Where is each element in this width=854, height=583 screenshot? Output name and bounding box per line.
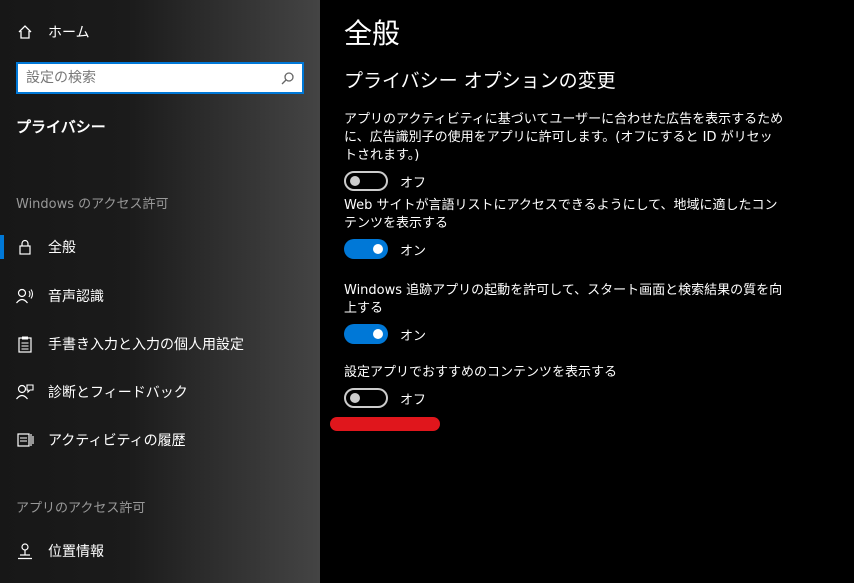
language-list-toggle[interactable] [344,239,388,259]
group-header-apps: アプリのアクセス許可 [16,501,146,516]
setting-description: Web サイトが言語リストにアクセスできるようにして、地域に適したコンテンツを表… [344,198,778,231]
lock-icon [16,238,34,256]
speech-icon [16,287,34,305]
toggle-state-label: オン [400,328,427,344]
toggle-knob [350,176,360,186]
setting-description: 設定アプリでおすすめのコンテンツを表示する [344,365,618,380]
sidebar-item-label: 全般 [48,240,76,256]
clipboard-icon [16,335,34,353]
home-icon [16,23,34,41]
toggle-state-label: オフ [400,175,427,191]
search-box[interactable] [16,62,304,94]
sidebar-item-label: 診断とフィードバック [48,385,188,401]
setting-advertising-id: アプリのアクティビティに基づいてユーザーに合わせた広告を表示するために、広告識別… [344,111,784,191]
setting-suggested-content: 設定アプリでおすすめのコンテンツを表示する オフ [344,364,784,408]
setting-description: Windows 追跡アプリの起動を許可して、スタート画面と検索結果の質を向上する [344,283,783,316]
sidebar-item-speech[interactable]: 音声認識 [0,276,320,316]
toggle-state-label: オン [400,243,427,259]
search-icon[interactable] [274,64,302,92]
selected-indicator [0,235,4,259]
page-title: 全般 [344,17,401,50]
setting-language-list: Web サイトが言語リストにアクセスできるようにして、地域に適したコンテンツを表… [344,197,784,259]
sidebar-item-inking[interactable]: 手書き入力と入力の個人用設定 [0,324,320,364]
toggle-knob [373,329,383,339]
activity-icon [16,431,34,449]
home-label: ホーム [48,25,90,41]
sidebar: ホーム プライバシー Windows のアクセス許可 全般 音声認識 手書き入力… [0,0,320,583]
app-launch-tracking-toggle[interactable] [344,324,388,344]
section-subtitle: プライバシー オプションの変更 [344,70,616,92]
sidebar-item-label: 位置情報 [48,544,104,560]
search-input[interactable] [18,64,274,92]
section-title: プライバシー [16,118,106,136]
toggle-state-label: オフ [400,392,427,408]
sidebar-item-label: アクティビティの履歴 [48,433,186,449]
suggested-content-toggle[interactable] [344,388,388,408]
group-header-windows: Windows のアクセス許可 [16,197,169,212]
sidebar-item-general[interactable]: 全般 [0,227,320,267]
red-underline-annotation [330,417,440,431]
sidebar-item-label: 手書き入力と入力の個人用設定 [48,337,244,353]
toggle-knob [373,244,383,254]
toggle-knob [350,393,360,403]
advertising-id-toggle[interactable] [344,171,388,191]
setting-description: アプリのアクティビティに基づいてユーザーに合わせた広告を表示するために、広告識別… [344,112,784,163]
main-content: 全般 プライバシー オプションの変更 アプリのアクティビティに基づいてユーザーに… [320,0,854,583]
sidebar-item-label: 音声認識 [48,289,104,305]
home-nav-item[interactable]: ホーム [16,22,90,42]
sidebar-item-diagnostics[interactable]: 診断とフィードバック [0,372,320,412]
feedback-icon [16,383,34,401]
setting-app-launch-tracking: Windows 追跡アプリの起動を許可して、スタート画面と検索結果の質を向上する… [344,282,784,344]
sidebar-item-location[interactable]: 位置情報 [0,531,320,571]
location-icon [16,542,34,560]
sidebar-item-activity-history[interactable]: アクティビティの履歴 [0,420,320,460]
